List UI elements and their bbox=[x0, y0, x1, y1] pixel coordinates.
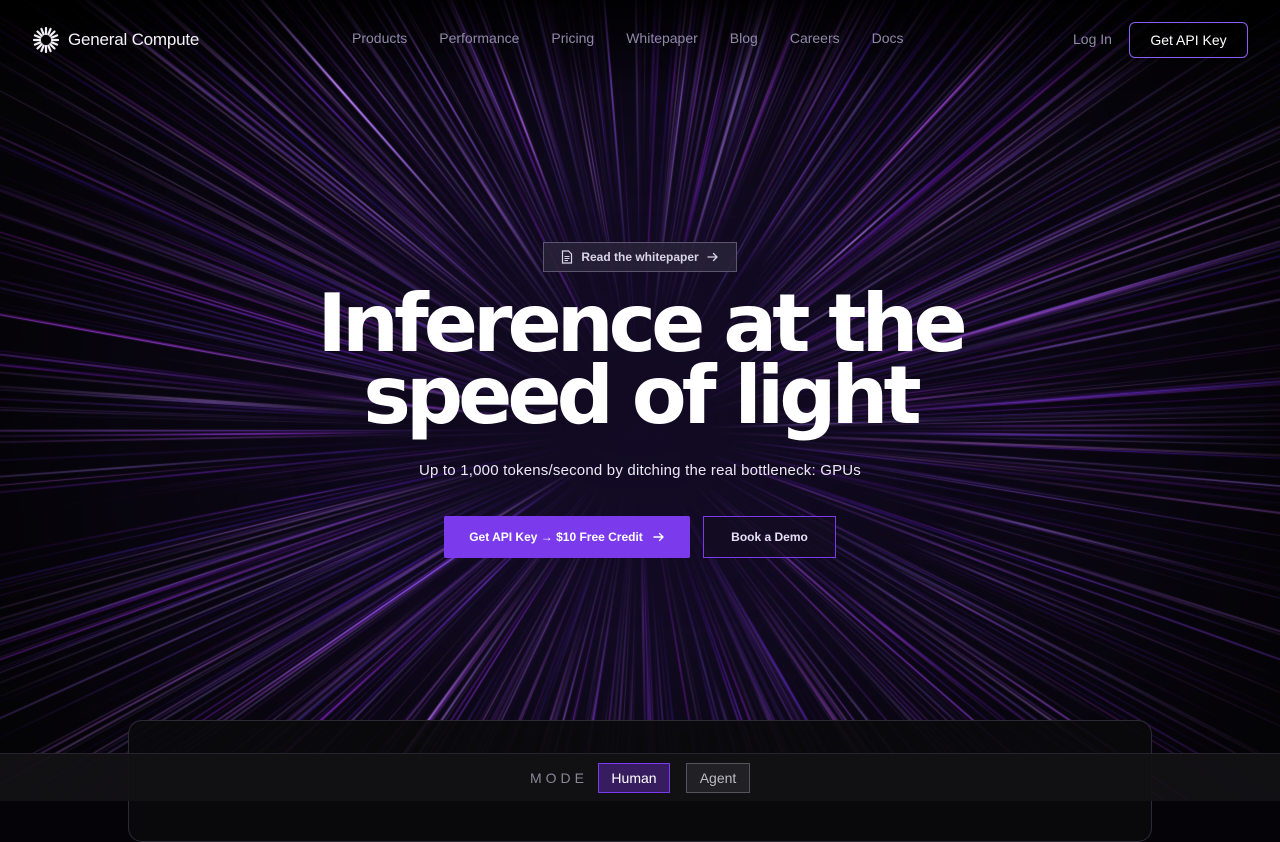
arrow-right-icon bbox=[707, 252, 718, 262]
nav-blog[interactable]: Blog bbox=[730, 30, 758, 46]
get-api-key-button[interactable]: Get API Key bbox=[1129, 22, 1248, 58]
hero-subtitle: Up to 1,000 tokens/second by ditching th… bbox=[418, 462, 862, 479]
mode-agent-button[interactable]: Agent bbox=[686, 763, 750, 793]
nav-products[interactable]: Products bbox=[352, 30, 407, 46]
whitepaper-pill-label: Read the whitepaper bbox=[581, 250, 699, 264]
book-demo-button[interactable]: Book a Demo bbox=[703, 516, 836, 558]
get-api-key-credit-button[interactable]: Get API Key → $10 Free Credit bbox=[444, 516, 690, 558]
nav-whitepaper[interactable]: Whitepaper bbox=[626, 30, 698, 46]
brand-name: General Compute bbox=[68, 30, 200, 49]
primary-cta-label: Get API Key → $10 Free Credit bbox=[469, 530, 643, 544]
sunburst-logo-icon bbox=[32, 26, 60, 54]
brand-logo[interactable]: General Compute bbox=[32, 26, 199, 54]
hero-headline: Inference at the speed of light bbox=[0, 284, 1280, 436]
main-nav: Products Performance Pricing Whitepaper … bbox=[352, 30, 904, 46]
whitepaper-pill[interactable]: Read the whitepaper bbox=[543, 242, 737, 272]
nav-pricing[interactable]: Pricing bbox=[551, 30, 594, 46]
nav-performance[interactable]: Performance bbox=[439, 30, 519, 46]
mode-label: MODE bbox=[530, 770, 588, 786]
mode-switcher-bar: MODE Human Agent bbox=[0, 753, 1280, 801]
arrow-right-icon bbox=[653, 532, 664, 542]
mode-human-button[interactable]: Human bbox=[598, 763, 670, 793]
document-icon bbox=[562, 250, 573, 264]
nav-docs[interactable]: Docs bbox=[872, 30, 904, 46]
site-header: General Compute Products Performance Pri… bbox=[0, 0, 1280, 80]
nav-careers[interactable]: Careers bbox=[790, 30, 840, 46]
headline-line-2: speed of light bbox=[363, 349, 921, 442]
login-link[interactable]: Log In bbox=[1073, 31, 1112, 47]
